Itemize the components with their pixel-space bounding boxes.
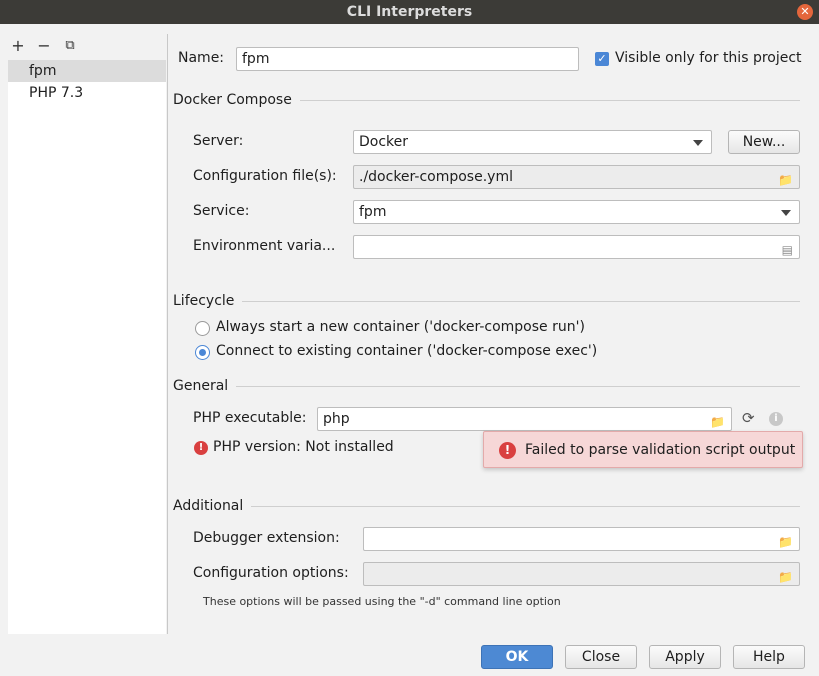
env-vars-label: Environment varia... (193, 238, 336, 254)
general-section: General (173, 378, 800, 394)
document-icon[interactable]: ▤ (782, 239, 793, 261)
interpreter-list: fpm PHP 7.3 (8, 60, 166, 634)
close-button[interactable]: Close (565, 645, 637, 669)
visible-only-checkbox[interactable]: ✓ (595, 52, 609, 66)
list-item[interactable]: fpm (8, 60, 166, 82)
service-label: Service: (193, 203, 250, 219)
debugger-field[interactable]: 📁 (363, 527, 800, 551)
remove-icon[interactable]: − (34, 36, 54, 56)
lifecycle-exec-label: Connect to existing container ('docker-c… (216, 343, 598, 359)
window-title: CLI Interpreters (346, 4, 473, 20)
php-executable-value: php (323, 411, 350, 427)
server-label: Server: (193, 133, 244, 149)
info-icon[interactable]: i (769, 412, 783, 426)
lifecycle-exec-radio[interactable] (195, 345, 210, 360)
add-icon[interactable]: + (8, 36, 28, 56)
chevron-down-icon (693, 140, 703, 146)
docker-compose-section: Docker Compose (173, 92, 800, 108)
section-title: General (173, 378, 229, 394)
config-files-value: ./docker-compose.yml (359, 169, 513, 185)
php-executable-field[interactable]: php 📁 (317, 407, 732, 431)
new-server-button[interactable]: New... (728, 130, 800, 154)
debugger-label: Debugger extension: (193, 530, 340, 546)
section-title: Additional (173, 498, 244, 514)
php-version-status: PHP version: Not installed (213, 439, 394, 455)
lifecycle-run-label: Always start a new container ('docker-co… (216, 319, 585, 335)
error-icon: ! (499, 442, 516, 459)
section-title: Lifecycle (173, 293, 235, 309)
lifecycle-run-radio[interactable] (195, 321, 210, 336)
visible-only-label: Visible only for this project (615, 50, 802, 66)
additional-section: Additional (173, 498, 800, 514)
error-icon: ! (194, 441, 208, 455)
php-executable-label: PHP executable: (193, 410, 307, 426)
close-icon[interactable]: ✕ (797, 4, 813, 20)
config-files-field[interactable]: ./docker-compose.yml 📁 (353, 165, 800, 189)
splitter[interactable] (167, 34, 168, 634)
interpreter-toolbar: + − ⧉ (8, 34, 80, 58)
config-options-label: Configuration options: (193, 565, 349, 581)
list-item[interactable]: PHP 7.3 (8, 82, 166, 104)
name-value: fpm (242, 51, 270, 67)
refresh-icon[interactable]: ⟳ (742, 409, 755, 427)
lifecycle-section: Lifecycle (173, 293, 800, 309)
ok-button[interactable]: OK (481, 645, 553, 669)
server-select[interactable]: Docker (353, 130, 712, 154)
chevron-down-icon (781, 210, 791, 216)
copy-icon[interactable]: ⧉ (60, 36, 80, 56)
service-select[interactable]: fpm (353, 200, 800, 224)
config-files-label: Configuration file(s): (193, 168, 337, 184)
error-tooltip: ! Failed to parse validation script outp… (483, 431, 803, 468)
env-vars-field[interactable]: ▤ (353, 235, 800, 259)
section-title: Docker Compose (173, 92, 292, 108)
folder-icon[interactable]: 📁 (778, 566, 793, 588)
apply-button[interactable]: Apply (649, 645, 721, 669)
name-field[interactable]: fpm (236, 47, 579, 71)
folder-icon[interactable]: 📁 (778, 531, 793, 553)
folder-icon[interactable]: 📁 (710, 411, 725, 433)
error-message: Failed to parse validation script output (525, 442, 796, 458)
help-button[interactable]: Help (733, 645, 805, 669)
folder-icon[interactable]: 📁 (778, 169, 793, 191)
config-options-field[interactable]: 📁 (363, 562, 800, 586)
config-options-note: These options will be passed using the "… (203, 595, 561, 608)
server-value: Docker (359, 134, 409, 150)
title-bar: CLI Interpreters ✕ (0, 0, 819, 24)
service-value: fpm (359, 204, 387, 220)
name-label: Name: (178, 50, 225, 66)
